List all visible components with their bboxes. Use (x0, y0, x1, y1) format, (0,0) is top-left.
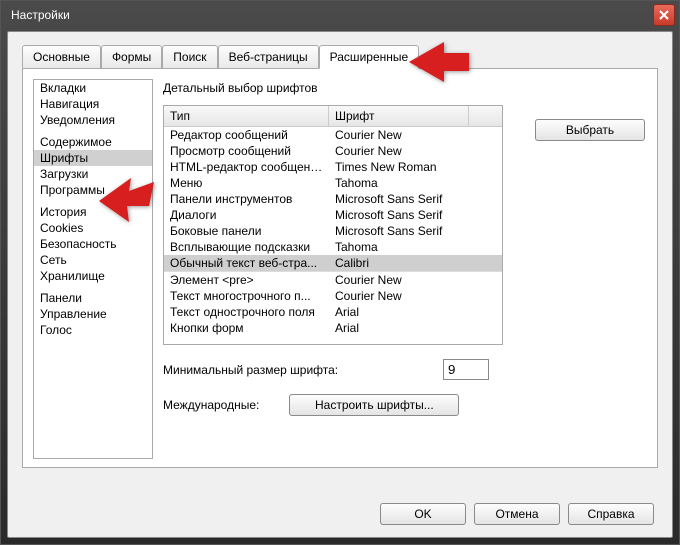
sidebar-item[interactable]: Сеть (34, 252, 152, 268)
tab-panel-advanced: ВкладкиНавигацияУведомленияСодержимоеШри… (22, 68, 658, 468)
sidebar: ВкладкиНавигацияУведомления СодержимоеШри… (33, 79, 153, 459)
cell-type: Текст однострочного поля (164, 304, 329, 320)
cell-type: Боковые панели (164, 223, 329, 239)
cell-type: Редактор сообщений (164, 127, 329, 143)
international-row: Международные: Настроить шрифты... (163, 394, 647, 416)
cell-font: Arial (329, 320, 469, 336)
ok-button[interactable]: OK (380, 503, 466, 525)
tab-2[interactable]: Поиск (162, 45, 217, 69)
table-row[interactable]: ДиалогиMicrosoft Sans Serif (164, 207, 502, 223)
arrow-annotation-sidebar (99, 176, 159, 229)
col-header-type[interactable]: Тип (164, 106, 329, 126)
cell-type: Кнопки форм (164, 320, 329, 336)
cell-type: Диалоги (164, 207, 329, 223)
table-row[interactable]: Панели инструментовMicrosoft Sans Serif (164, 191, 502, 207)
col-header-font[interactable]: Шрифт (329, 106, 469, 126)
tab-bar: ОсновныеФормыПоискВеб-страницыРасширенны… (8, 32, 672, 68)
min-font-size-row: Минимальный размер шрифта: (163, 359, 647, 380)
sidebar-item[interactable]: Навигация (34, 96, 152, 112)
table-row[interactable]: Обычный текст веб-стра...Calibri (164, 255, 502, 272)
table-row[interactable]: HTML-редактор сообщенийTimes New Roman (164, 159, 502, 175)
font-table-body[interactable]: Редактор сообщенийCourier NewПросмотр со… (164, 127, 502, 343)
cell-type: Меню (164, 175, 329, 191)
tab-1[interactable]: Формы (101, 45, 162, 69)
cell-font: Courier New (329, 127, 469, 143)
settings-window: Настройки ОсновныеФормыПоискВеб-страницы… (0, 0, 680, 545)
cell-type: Всплывающие подсказки (164, 239, 329, 255)
close-button[interactable] (653, 4, 675, 26)
section-title: Детальный выбор шрифтов (163, 81, 647, 95)
cell-type: Элемент <pre> (164, 272, 329, 288)
international-label: Международные: (163, 398, 259, 412)
sidebar-item[interactable]: Хранилище (34, 268, 152, 284)
cell-font: Courier New (329, 288, 469, 304)
min-font-size-label: Минимальный размер шрифта: (163, 363, 433, 377)
cell-font: Times New Roman (329, 159, 469, 175)
help-button[interactable]: Справка (568, 503, 654, 525)
sidebar-item[interactable]: Вкладки (34, 80, 152, 96)
window-title: Настройки (11, 8, 70, 22)
table-row[interactable]: Элемент <pre>Courier New (164, 272, 502, 288)
close-icon (659, 10, 669, 20)
choose-button[interactable]: Выбрать (535, 119, 645, 141)
sidebar-item[interactable]: Содержимое (34, 134, 152, 150)
configure-fonts-button[interactable]: Настроить шрифты... (289, 394, 459, 416)
cell-type: Текст многострочного п... (164, 288, 329, 304)
table-row[interactable]: Редактор сообщенийCourier New (164, 127, 502, 143)
sidebar-item[interactable]: Шрифты (34, 150, 152, 166)
table-row[interactable]: Кнопки формArial (164, 320, 502, 336)
cell-type: Просмотр сообщений (164, 143, 329, 159)
cell-font: Courier New (329, 143, 469, 159)
table-row[interactable]: Всплывающие подсказкиTahoma (164, 239, 502, 255)
table-row[interactable]: Боковые панелиMicrosoft Sans Serif (164, 223, 502, 239)
tab-4[interactable]: Расширенные (319, 45, 420, 69)
cell-font: Microsoft Sans Serif (329, 191, 469, 207)
cell-type: Панели инструментов (164, 191, 329, 207)
content-area: ОсновныеФормыПоискВеб-страницыРасширенны… (7, 31, 673, 538)
arrow-annotation-tabs (409, 37, 469, 90)
min-font-size-input[interactable] (443, 359, 489, 380)
sidebar-item[interactable]: Уведомления (34, 112, 152, 128)
main-panel: Детальный выбор шрифтов Тип Шрифт Редакт… (163, 81, 647, 416)
cell-font: Courier New (329, 272, 469, 288)
cell-font: Microsoft Sans Serif (329, 223, 469, 239)
cancel-button[interactable]: Отмена (474, 503, 560, 525)
table-row[interactable]: Текст однострочного поляArial (164, 304, 502, 320)
table-row[interactable]: Просмотр сообщенийCourier New (164, 143, 502, 159)
sidebar-item[interactable]: Безопасность (34, 236, 152, 252)
sidebar-item[interactable]: Управление (34, 306, 152, 322)
sidebar-item[interactable]: Голос (34, 322, 152, 338)
table-row[interactable]: Текст многострочного п...Courier New (164, 288, 502, 304)
tab-0[interactable]: Основные (22, 45, 101, 69)
cell-type: Обычный текст веб-стра... (164, 255, 329, 271)
cell-font: Tahoma (329, 175, 469, 191)
font-table: Тип Шрифт Редактор сообщенийCourier NewП… (163, 105, 503, 345)
dialog-buttons: OK Отмена Справка (380, 503, 654, 525)
titlebar: Настройки (1, 1, 679, 29)
cell-font: Tahoma (329, 239, 469, 255)
sidebar-item[interactable]: Панели (34, 290, 152, 306)
cell-type: HTML-редактор сообщений (164, 159, 329, 175)
cell-font: Calibri (329, 255, 469, 271)
cell-font: Microsoft Sans Serif (329, 207, 469, 223)
cell-font: Arial (329, 304, 469, 320)
table-row[interactable]: МенюTahoma (164, 175, 502, 191)
tab-3[interactable]: Веб-страницы (218, 45, 319, 69)
font-table-header: Тип Шрифт (164, 106, 502, 127)
